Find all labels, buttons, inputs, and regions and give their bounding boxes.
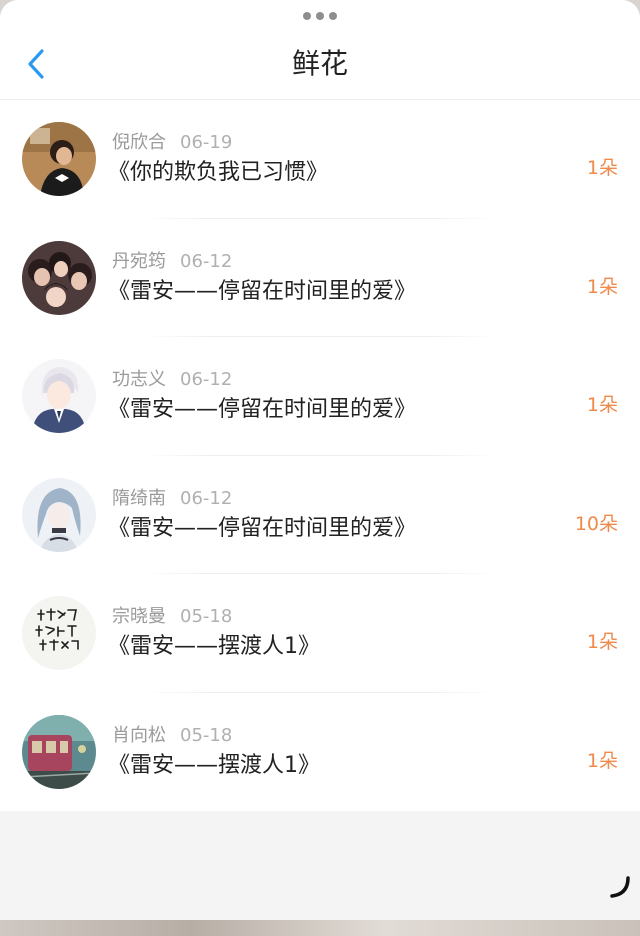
page-title: 鲜花 xyxy=(291,47,348,80)
send-date: 06-12 xyxy=(180,250,233,272)
avatar[interactable] xyxy=(22,122,96,196)
flower-count: 1朵 xyxy=(586,157,618,179)
sender-meta: 丹宛筠 06-12 xyxy=(112,251,232,273)
list-item[interactable]: 功志义 06-12 《雷安——停留在时间里的爱》 1朵 xyxy=(0,337,640,456)
avatar[interactable] xyxy=(22,240,96,315)
sender-meta: 功志义 06-12 xyxy=(112,369,232,391)
sender-meta: 肖向松 05-18 xyxy=(112,725,232,747)
avatar[interactable] xyxy=(22,359,96,433)
avatar[interactable] xyxy=(22,596,96,670)
work-title[interactable]: 《雷安——摆渡人1》 xyxy=(108,632,320,662)
sender-name: 肖向松 xyxy=(112,724,166,746)
sender-name: 宗晓曼 xyxy=(112,606,166,627)
sender-name: 倪欣合 xyxy=(112,132,166,153)
list-item[interactable]: 肖向松 05-18 《雷安——摆渡人1》 1朵 xyxy=(0,693,640,812)
sender-name: 丹宛筠 xyxy=(112,250,166,272)
send-date: 05-18 xyxy=(180,724,233,746)
resize-handle-icon[interactable] xyxy=(606,874,632,900)
work-title[interactable]: 《雷安——停留在时间里的爱》 xyxy=(108,514,416,544)
list-item[interactable]: 丹宛筠 06-12 《雷安——停留在时间里的爱》 1朵 xyxy=(0,219,640,337)
work-title[interactable]: 《雷安——摆渡人1》 xyxy=(108,751,320,781)
send-date: 06-19 xyxy=(180,132,233,153)
avatar[interactable] xyxy=(22,714,96,789)
sender-meta: 隋绮南 06-12 xyxy=(112,488,232,510)
work-title[interactable]: 《雷安——停留在时间里的爱》 xyxy=(108,277,416,307)
send-date: 06-12 xyxy=(180,369,233,390)
flower-count: 1朵 xyxy=(586,275,618,298)
sender-meta: 倪欣合 06-19 xyxy=(112,132,232,154)
flower-list: 倪欣合 06-19 《你的欺负我已习惯》 1朵 丹宛筠 06-12 《雷安——停… xyxy=(0,100,640,811)
avatar[interactable] xyxy=(22,477,96,552)
send-date: 05-18 xyxy=(180,606,233,627)
flower-count: 1朵 xyxy=(586,631,618,653)
flower-count: 1朵 xyxy=(586,394,618,416)
send-date: 06-12 xyxy=(180,487,233,509)
list-item[interactable]: 隋绮南 06-12 《雷安——停留在时间里的爱》 10朵 xyxy=(0,456,640,574)
sender-meta: 宗晓曼 05-18 xyxy=(112,606,232,628)
sender-name: 隋绮南 xyxy=(112,487,166,509)
work-title[interactable]: 《你的欺负我已习惯》 xyxy=(108,158,328,188)
more-dots-icon[interactable] xyxy=(0,12,640,22)
flower-count: 1朵 xyxy=(586,749,618,772)
background-strip xyxy=(0,920,640,936)
header: 鲜花 xyxy=(0,0,640,100)
flower-count: 10朵 xyxy=(574,512,618,535)
sender-name: 功志义 xyxy=(112,369,166,390)
list-item[interactable]: 宗晓曼 05-18 《雷安——摆渡人1》 1朵 xyxy=(0,574,640,693)
work-title[interactable]: 《雷安——停留在时间里的爱》 xyxy=(108,395,416,425)
sheet: 鲜花 倪欣合 06-19 《你的欺负我已习惯》 1朵 丹宛筠 06-12 《雷安… xyxy=(0,0,640,920)
list-item[interactable]: 倪欣合 06-19 《你的欺负我已习惯》 1朵 xyxy=(0,100,640,219)
